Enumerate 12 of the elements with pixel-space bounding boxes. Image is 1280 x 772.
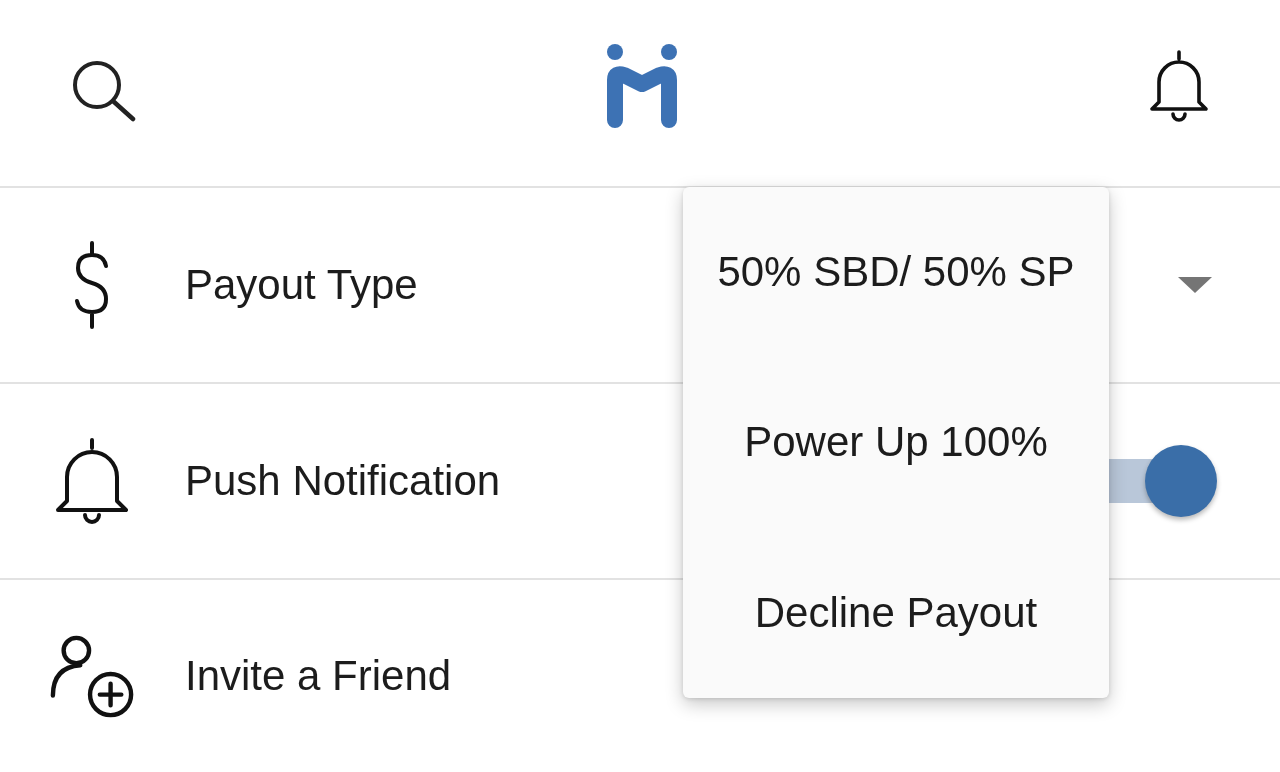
menu-option[interactable]: Decline Payout xyxy=(683,527,1109,698)
dollar-icon xyxy=(73,241,111,329)
search-icon[interactable] xyxy=(70,58,136,122)
setting-label: Payout Type xyxy=(185,261,418,309)
menu-option[interactable]: Power Up 100% xyxy=(683,357,1109,528)
setting-label: Push Notification xyxy=(185,457,501,505)
bell-icon xyxy=(54,437,130,525)
caret-icon[interactable] xyxy=(1178,277,1212,293)
menu-option[interactable]: 50% SBD/ 50% SP xyxy=(683,187,1109,358)
person-add-icon xyxy=(48,633,136,719)
setting-label: Invite a Friend xyxy=(185,652,452,700)
bell-icon[interactable] xyxy=(1148,49,1210,123)
